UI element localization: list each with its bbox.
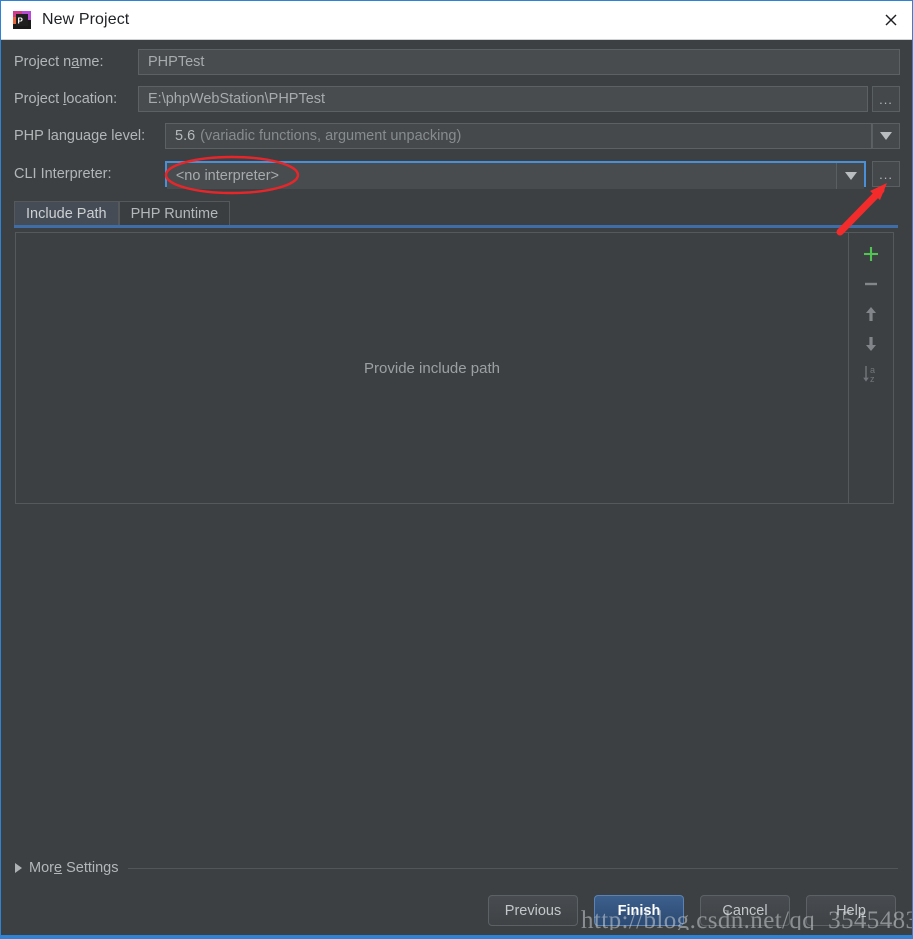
- sort-az-icon: a z: [863, 365, 875, 384]
- more-settings-expander[interactable]: More Settings: [15, 858, 900, 878]
- include-path-empty-text: Provide include path: [364, 359, 500, 377]
- project-location-browse-button[interactable]: ...: [872, 86, 900, 112]
- php-language-level-value[interactable]: 5.6 (variadic functions, argument unpack…: [165, 123, 872, 149]
- arrow-up-icon: [866, 307, 876, 321]
- php-language-level-label: PHP language level:: [14, 128, 146, 144]
- plus-icon: [864, 247, 878, 261]
- chevron-down-icon: [844, 172, 857, 180]
- arrow-down-icon: [866, 337, 876, 351]
- chevron-down-icon: [880, 132, 892, 140]
- tab-include-path[interactable]: Include Path: [14, 201, 119, 226]
- project-location-input[interactable]: E:\phpWebStation\PHPTest: [138, 86, 868, 112]
- move-down-button[interactable]: [855, 329, 887, 359]
- settings-tabs: Include Path PHP Runtime: [14, 200, 231, 226]
- cli-interpreter-combo[interactable]: <no interpreter>: [164, 161, 867, 189]
- project-name-label: Project name:: [14, 54, 104, 70]
- previous-button[interactable]: Previous: [488, 895, 578, 926]
- phpstorm-logo-icon: P: [13, 11, 31, 29]
- include-path-panel-wrapper: Provide include path a z: [14, 225, 898, 506]
- add-button[interactable]: [855, 239, 887, 269]
- row-cli-interpreter: CLI Interpreter: <no interpreter> ...: [14, 161, 900, 189]
- move-up-button[interactable]: [855, 299, 887, 329]
- row-php-language-level: PHP language level: 5.6 (variadic functi…: [14, 123, 900, 149]
- more-settings-divider: [128, 867, 898, 869]
- cli-interpreter-browse-button[interactable]: ...: [872, 161, 900, 187]
- svg-text:z: z: [870, 374, 875, 384]
- sort-button[interactable]: a z: [855, 359, 887, 389]
- remove-button[interactable]: [855, 269, 887, 299]
- cli-interpreter-label: CLI Interpreter:: [14, 166, 112, 182]
- include-path-list[interactable]: Provide include path: [16, 233, 848, 503]
- row-project-name: Project name: PHPTest: [14, 49, 900, 75]
- include-path-panel: Provide include path a z: [15, 232, 894, 504]
- cli-interpreter-dropdown[interactable]: [836, 163, 865, 189]
- cli-interpreter-value[interactable]: <no interpreter>: [166, 163, 837, 189]
- window-title: New Project: [42, 11, 130, 28]
- include-path-toolbar: a z: [848, 233, 893, 503]
- project-name-input[interactable]: PHPTest: [138, 49, 900, 75]
- new-project-dialog: P New Project Project name: PHPTest Proj…: [0, 0, 913, 939]
- tab-php-runtime[interactable]: PHP Runtime: [118, 201, 231, 226]
- minus-icon: [865, 282, 877, 286]
- project-location-label: Project location:: [14, 91, 118, 107]
- title-bar: P New Project: [1, 1, 912, 40]
- svg-text:P: P: [18, 17, 24, 26]
- close-button[interactable]: [868, 1, 912, 39]
- more-settings-label: More Settings: [29, 860, 119, 876]
- row-project-location: Project location: E:\phpWebStation\PHPTe…: [14, 86, 900, 112]
- window-bottom-edge: [1, 930, 912, 938]
- triangle-right-icon: [15, 863, 22, 873]
- php-language-level-dropdown[interactable]: [872, 123, 900, 149]
